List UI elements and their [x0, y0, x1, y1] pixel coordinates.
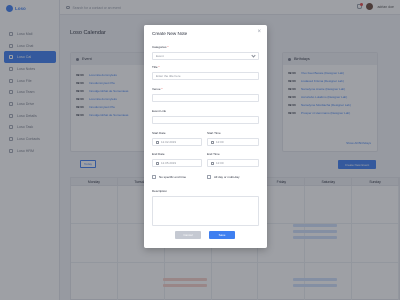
- start-time-label: Start Time: [207, 131, 221, 135]
- required-mark: *: [167, 45, 169, 49]
- modal-title: Create New Note: [152, 31, 188, 36]
- title-input[interactable]: Enter the title here: [152, 72, 259, 80]
- all-day-checkbox[interactable]: All day or multi-day: [207, 175, 240, 179]
- title-label: Title *: [152, 65, 160, 69]
- end-time-label: End Time: [207, 152, 220, 156]
- event-link-input[interactable]: [152, 116, 259, 124]
- required-mark: *: [161, 87, 163, 91]
- end-time-input[interactable]: 12:00: [207, 159, 259, 167]
- required-mark: *: [158, 65, 160, 69]
- venue-label-text: Venue: [152, 87, 161, 91]
- start-time-placeholder: 12:00: [216, 140, 224, 144]
- chevron-down-icon: [251, 53, 256, 58]
- checkbox-box[interactable]: [207, 175, 211, 179]
- close-icon[interactable]: ×: [257, 29, 261, 35]
- calendar-icon: [156, 161, 159, 165]
- end-time-placeholder: 12:00: [216, 161, 224, 165]
- no-specific-end-time-checkbox[interactable]: No specific end time: [152, 175, 186, 179]
- venue-label: Venue *: [152, 87, 163, 91]
- categories-label-text: Categories: [152, 45, 167, 49]
- categories-select[interactable]: Event: [152, 52, 259, 60]
- clock-icon: [211, 140, 214, 144]
- calendar-icon: [156, 140, 159, 144]
- venue-input[interactable]: [152, 94, 259, 102]
- description-textarea[interactable]: [152, 196, 259, 226]
- categories-value: Event: [156, 54, 164, 58]
- end-date-label: End Date: [152, 152, 165, 156]
- start-date-label: Start Date: [152, 131, 166, 135]
- save-button[interactable]: Save: [209, 231, 235, 239]
- checkbox-box[interactable]: [152, 175, 156, 179]
- checkbox-label: No specific end time: [159, 175, 187, 179]
- description-label: Description: [152, 189, 168, 193]
- title-placeholder: Enter the title here: [156, 74, 181, 78]
- end-date-input[interactable]: 12.05.2019: [152, 159, 202, 167]
- start-date-input[interactable]: 12.02.2019: [152, 138, 202, 146]
- categories-label: Categories *: [152, 45, 169, 49]
- start-date-placeholder: 12.02.2019: [161, 140, 177, 144]
- end-date-placeholder: 12.05.2019: [161, 161, 177, 165]
- start-time-input[interactable]: 12:00: [207, 138, 259, 146]
- cancel-button[interactable]: Cancel: [175, 231, 201, 239]
- title-label-text: Title: [152, 65, 158, 69]
- create-note-modal: Create New Note × Categories * Event Tit…: [144, 25, 267, 248]
- clock-icon: [211, 161, 214, 165]
- checkbox-label: All day or multi-day: [214, 175, 240, 179]
- event-link-label: Event Link: [152, 109, 167, 113]
